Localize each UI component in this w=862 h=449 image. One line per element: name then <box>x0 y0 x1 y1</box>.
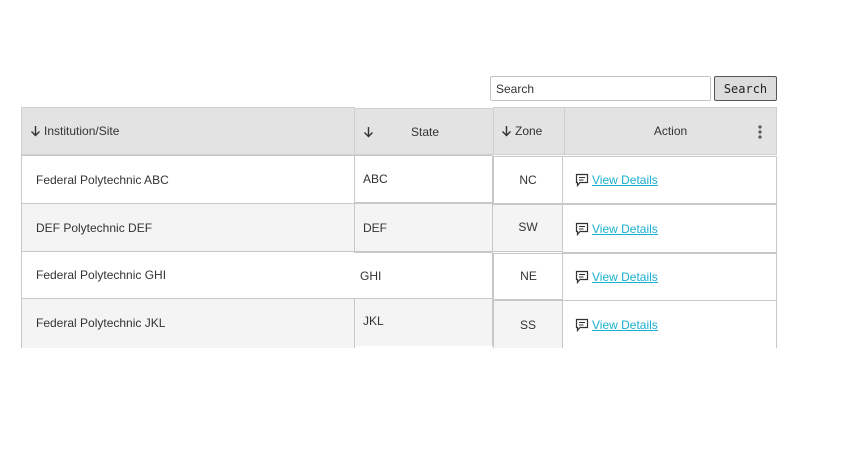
view-details-link[interactable]: View Details <box>592 318 658 332</box>
table-cell-zone: SW <box>493 204 563 252</box>
table-cell-action: View Details <box>562 253 777 301</box>
header-label-institution: Institution/Site <box>44 124 120 138</box>
sort-arrow-down-icon[interactable] <box>501 125 512 137</box>
table-cell-zone: NC <box>493 156 563 204</box>
comment-icon[interactable] <box>575 270 589 284</box>
comment-icon[interactable] <box>575 318 589 332</box>
institution-name: Federal Polytechnic ABC <box>36 172 169 187</box>
view-details-link[interactable]: View Details <box>592 222 658 236</box>
search-input[interactable] <box>490 76 711 101</box>
institution-name: DEF Polytechnic DEF <box>36 220 153 235</box>
table-cell-zone: NE <box>493 253 563 300</box>
table-cell-state: ABC <box>354 155 493 203</box>
table-cell-institution: Federal Polytechnic GHI <box>21 251 355 299</box>
state-value: GHI <box>360 268 382 283</box>
view-details-link[interactable]: View Details <box>592 173 658 187</box>
table-cell-action: View Details <box>562 156 777 204</box>
table-cell-institution: Federal Polytechnic ABC <box>21 155 355 204</box>
institution-name: Federal Polytechnic JKL <box>36 315 166 330</box>
table-cell-state: DEF <box>354 203 493 252</box>
table-cell-state: JKL <box>354 298 493 346</box>
state-value: JKL <box>363 313 384 328</box>
header-label-state: State <box>411 124 440 139</box>
state-value: DEF <box>363 220 387 235</box>
header-label-action: Action <box>653 124 688 138</box>
institution-name: Federal Polytechnic GHI <box>36 268 167 282</box>
table-cell-action: View Details <box>562 300 777 348</box>
zone-value: NE <box>520 268 537 283</box>
column-header-action: Action <box>564 107 777 155</box>
table-cell-action: View Details <box>562 204 777 253</box>
table-cell-institution: Federal Polytechnic JKL <box>21 298 355 348</box>
zone-value: NC <box>519 173 537 187</box>
state-value: ABC <box>363 172 388 186</box>
column-header-institution[interactable]: Institution/Site <box>21 107 355 155</box>
sort-arrow-down-icon[interactable] <box>30 125 41 137</box>
zone-value: SW <box>518 220 538 234</box>
search-button[interactable]: Search <box>714 76 777 101</box>
view-details-link[interactable]: View Details <box>592 270 658 284</box>
header-label-zone: Zone <box>515 124 543 138</box>
table-cell-institution: DEF Polytechnic DEF <box>21 203 355 252</box>
sort-arrow-down-icon[interactable] <box>363 126 374 138</box>
comment-icon[interactable] <box>575 173 589 187</box>
zone-value: SS <box>519 317 536 332</box>
table-cell-state: GHI <box>354 252 493 299</box>
column-header-zone[interactable]: Zone <box>493 107 565 155</box>
more-vertical-icon[interactable] <box>758 125 762 139</box>
column-header-state[interactable]: State <box>354 108 494 155</box>
table-cell-zone: SS <box>493 300 563 348</box>
comment-icon[interactable] <box>575 222 589 236</box>
